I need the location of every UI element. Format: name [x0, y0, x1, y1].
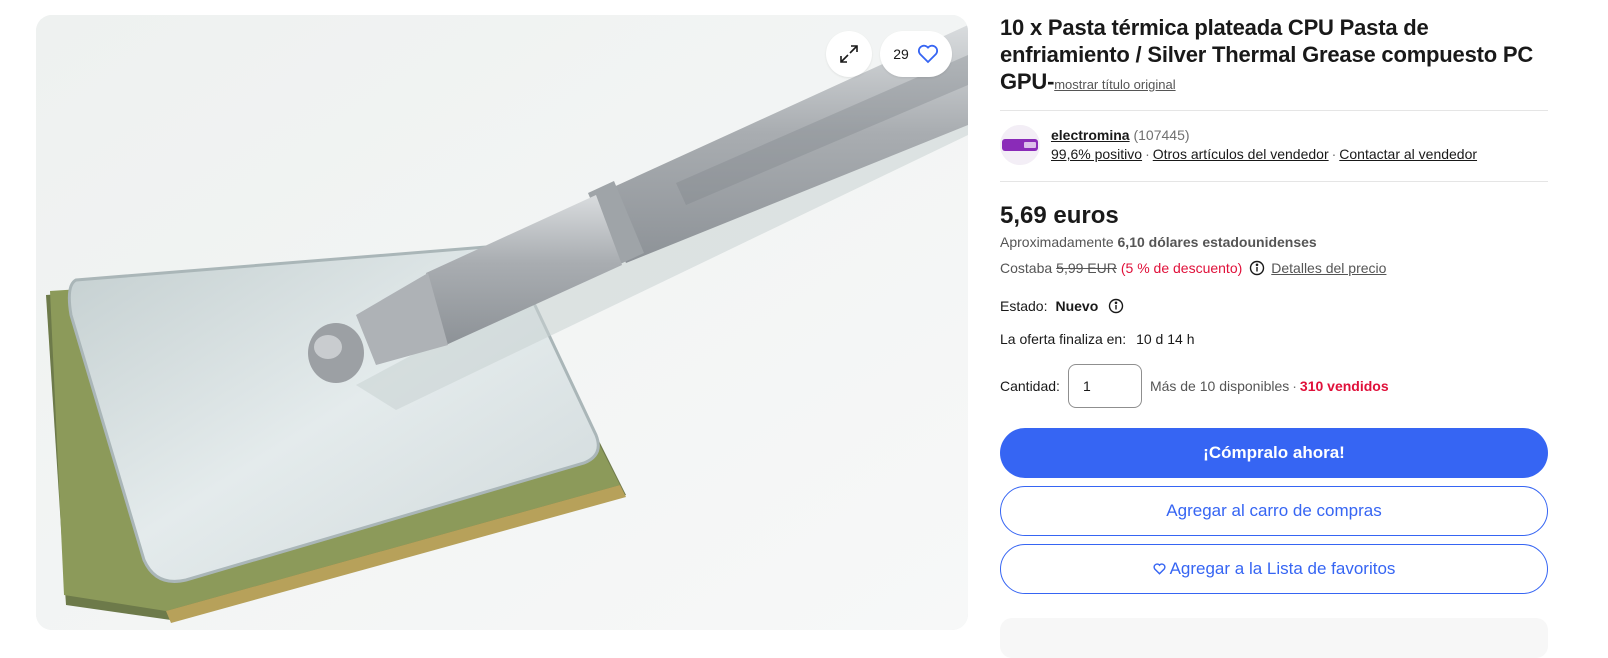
- heart-icon: [917, 44, 939, 64]
- item-details-panel: 10 x Pasta térmica plateada CPU Pasta de…: [1000, 14, 1548, 594]
- sold-count: 310 vendidos: [1299, 378, 1389, 394]
- was-price-row: Costaba 5,99 EUR (5 % de descuento) Deta…: [1000, 260, 1548, 276]
- watch-button[interactable]: 29: [880, 31, 952, 77]
- quantity-input[interactable]: [1067, 364, 1142, 408]
- show-original-title-link[interactable]: mostrar título original: [1054, 77, 1175, 92]
- buy-now-button[interactable]: ¡Cómpralo ahora!: [1000, 428, 1548, 478]
- info-icon[interactable]: [1108, 298, 1124, 314]
- item-title: 10 x Pasta térmica plateada CPU Pasta de…: [1000, 14, 1548, 98]
- was-price: 5,99 EUR: [1056, 260, 1117, 276]
- quantity-row: Cantidad: Más de 10 disponibles · 310 ve…: [1000, 364, 1548, 408]
- seller-avatar[interactable]: [1000, 125, 1040, 165]
- approx-prefix: Aproximadamente: [1000, 234, 1114, 250]
- quantity-label: Cantidad:: [1000, 378, 1060, 394]
- heart-icon: [1153, 563, 1166, 575]
- condition-value: Nuevo: [1055, 298, 1099, 314]
- was-label: Costaba: [1000, 260, 1053, 276]
- condition-label: Estado:: [1000, 298, 1048, 314]
- seller-other-items-link[interactable]: Otros artículos del vendedor: [1153, 146, 1329, 162]
- contact-seller-link[interactable]: Contactar al vendedor: [1339, 146, 1477, 162]
- shipping-info-card: [1000, 618, 1548, 658]
- buy-now-label: ¡Cómpralo ahora!: [1203, 443, 1345, 462]
- expand-icon: [838, 43, 860, 65]
- watch-count: 29: [893, 46, 909, 62]
- separator-dot: ·: [1331, 146, 1337, 162]
- price-details-link[interactable]: Detalles del precio: [1271, 260, 1386, 276]
- expand-image-button[interactable]: [826, 31, 872, 77]
- discount-label: (5 % de descuento): [1120, 260, 1243, 276]
- add-to-cart-label: Agregar al carro de compras: [1166, 501, 1382, 520]
- item-price: 5,69 euros: [1000, 202, 1119, 229]
- available-quantity: Más de 10 disponibles: [1149, 378, 1290, 394]
- seller-positive-feedback-link[interactable]: 99,6% positivo: [1051, 146, 1142, 162]
- approx-price: Aproximadamente 6,10 dólares estadounide…: [1000, 234, 1548, 250]
- divider: [1000, 181, 1548, 182]
- seller-logo-icon: [1000, 125, 1040, 165]
- add-to-watchlist-label: Agregar a la Lista de favoritos: [1169, 559, 1396, 578]
- info-icon[interactable]: [1249, 260, 1265, 276]
- seller-info: electromina (107445) 99,6% positivo · Otro…: [1051, 126, 1477, 164]
- separator-dot: ·: [1145, 146, 1150, 162]
- condition-row: Estado: Nuevo: [1000, 298, 1548, 314]
- product-image-gallery[interactable]: 29: [36, 15, 968, 630]
- approx-value: 6,10 dólares estadounidenses: [1117, 234, 1317, 250]
- seller-name-link[interactable]: electromina: [1051, 127, 1130, 143]
- seller-card: electromina (107445) 99,6% positivo · Otro…: [1000, 111, 1548, 181]
- separator-dot: ·: [1292, 378, 1297, 394]
- auction-end-value: 10 d 14 h: [1136, 331, 1195, 347]
- add-to-watchlist-button[interactable]: Agregar a la Lista de favoritos: [1000, 544, 1548, 594]
- auction-end-row: La oferta finaliza en: 10 d 14 h: [1000, 331, 1548, 347]
- product-photo: [36, 15, 968, 630]
- add-to-cart-button[interactable]: Agregar al carro de compras: [1000, 486, 1548, 536]
- seller-feedback-count: (107445): [1133, 127, 1190, 143]
- auction-end-label: La oferta finaliza en:: [1000, 331, 1127, 347]
